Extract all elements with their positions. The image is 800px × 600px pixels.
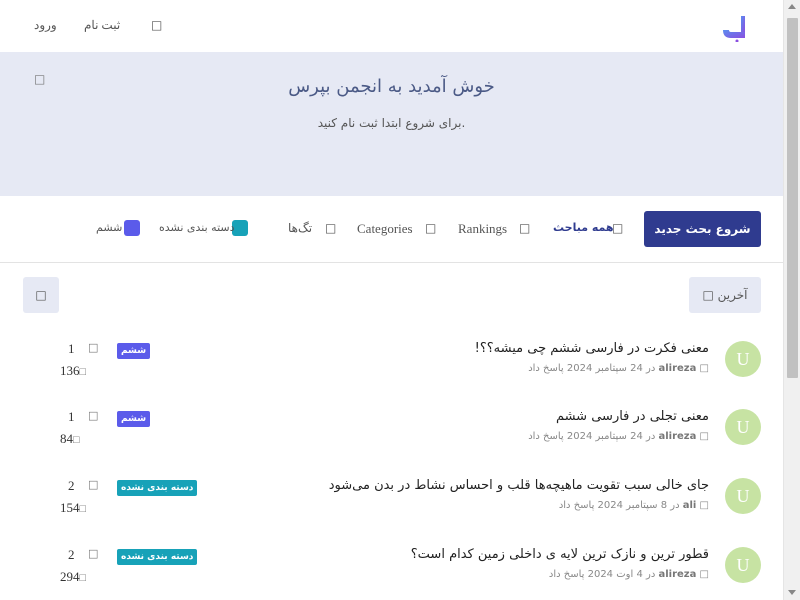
search-icon[interactable]: □ xyxy=(151,18,162,32)
hero-banner: □ خوش آمدید به انجمن بپرس برای شروع ابتد… xyxy=(0,52,783,196)
reply-icon: □ xyxy=(699,569,709,580)
page: ورود ثبت نام □ □ خوش آمدید به انجمن بپرس… xyxy=(0,0,783,600)
discussion-user[interactable]: alireza xyxy=(658,569,696,580)
views-icon: □ xyxy=(79,572,87,584)
views-number: 84 xyxy=(60,431,73,446)
nav-tags[interactable]: تگ‌ها xyxy=(288,221,312,235)
avatar[interactable]: U xyxy=(725,478,761,514)
scroll-down-arrow-icon[interactable] xyxy=(788,590,796,595)
sort-dropdown[interactable]: □ آخرین xyxy=(689,277,761,313)
replies-icon: □ xyxy=(88,547,99,560)
avatar[interactable]: U xyxy=(725,409,761,445)
replies-count: 2 xyxy=(68,478,75,493)
discussion-item[interactable]: U معنی تجلی در فارسی ششم □ alireza در 24… xyxy=(0,409,783,469)
discussion-meta-text: در 4 اوت 2024 پاسخ داد xyxy=(548,569,656,580)
tags-icon: □ xyxy=(325,221,337,235)
replies-icon: □ xyxy=(88,478,99,491)
discussion-title[interactable]: معنی فکرت در فارسی ششم چی میشه؟؟! xyxy=(475,341,709,356)
hero-title: خوش آمدید به انجمن بپرس xyxy=(288,76,495,97)
avatar[interactable]: U xyxy=(725,341,761,377)
tag-badge[interactable]: ششم xyxy=(117,343,151,359)
discussion-meta: □ ali در 8 سپتامبر 2024 پاسخ داد xyxy=(559,500,709,511)
views-count: 136□ xyxy=(60,363,86,379)
reply-icon: □ xyxy=(699,431,709,442)
tag-uncategorized-link[interactable]: دسته بندی نشده xyxy=(159,221,235,234)
tag-badge[interactable]: ششم xyxy=(117,411,151,427)
tag-sixth-icon[interactable] xyxy=(124,220,140,236)
nav-categories[interactable]: Categories xyxy=(357,221,413,237)
views-icon: □ xyxy=(79,366,87,378)
tag-badge[interactable]: دسته بندی نشده xyxy=(117,549,198,565)
discussion-item[interactable]: U قطور ترین و نازک ترین لایه ی داخلی زمی… xyxy=(0,547,783,600)
refresh-button[interactable]: □ xyxy=(23,277,59,313)
chevron-down-icon: □ xyxy=(702,288,714,302)
tag-sixth-link[interactable]: ششم xyxy=(96,221,122,234)
discussion-user[interactable]: ali xyxy=(683,500,697,511)
avatar[interactable]: U xyxy=(725,547,761,583)
replies-icon: □ xyxy=(88,409,99,422)
views-count: 84□ xyxy=(60,431,80,447)
replies-count: 1 xyxy=(68,409,75,424)
replies-icon: □ xyxy=(88,341,99,354)
discussion-meta: □ alireza در 24 سپتامبر 2024 پاسخ داد xyxy=(528,363,709,374)
refresh-icon: □ xyxy=(35,288,47,302)
signup-link[interactable]: ثبت نام xyxy=(84,18,120,33)
tag-badge[interactable]: دسته بندی نشده xyxy=(117,480,198,496)
scroll-up-arrow-icon[interactable] xyxy=(788,4,796,9)
discussions-icon: □ xyxy=(612,221,624,235)
header: ورود ثبت نام □ xyxy=(0,0,783,52)
discussion-meta-text: در 24 سپتامبر 2024 پاسخ داد xyxy=(528,431,656,442)
discussion-title[interactable]: جای خالی سبب تقویت ماهیچه‌ها قلب و احساس… xyxy=(329,478,709,493)
discussion-user[interactable]: alireza xyxy=(658,363,696,374)
reply-icon: □ xyxy=(699,363,709,374)
vertical-scrollbar[interactable] xyxy=(783,0,800,600)
discussion-title[interactable]: قطور ترین و نازک ترین لایه ی داخلی زمین … xyxy=(411,547,709,562)
views-icon: □ xyxy=(79,503,87,515)
views-number: 136 xyxy=(60,363,80,378)
views-number: 154 xyxy=(60,500,80,515)
scrollbar-thumb[interactable] xyxy=(787,18,798,378)
sort-label: آخرین xyxy=(717,288,748,302)
replies-count: 1 xyxy=(68,341,75,356)
views-count: 154□ xyxy=(60,500,86,516)
discussion-user[interactable]: alireza xyxy=(658,431,696,442)
rankings-icon: □ xyxy=(519,221,531,235)
views-count: 294□ xyxy=(60,569,86,585)
nav-all-discussions[interactable]: همه مباحث xyxy=(553,221,614,234)
views-number: 294 xyxy=(60,569,80,584)
discussion-meta: □ alireza در 4 اوت 2024 پاسخ داد xyxy=(549,569,709,580)
discussion-meta-text: در 8 سپتامبر 2024 پاسخ داد xyxy=(558,500,680,511)
login-link[interactable]: ورود xyxy=(34,18,57,33)
logo-icon[interactable] xyxy=(721,12,749,42)
start-discussion-button[interactable]: شروع بحث جدید xyxy=(644,211,761,247)
replies-count: 2 xyxy=(68,547,75,562)
discussion-title[interactable]: معنی تجلی در فارسی ششم xyxy=(556,409,709,424)
nav-rankings[interactable]: Rankings xyxy=(458,221,507,237)
hero-subtitle: برای شروع ابتدا ثبت نام کنید. xyxy=(317,116,466,130)
discussion-item[interactable]: U معنی فکرت در فارسی ششم چی میشه؟؟! □ al… xyxy=(0,341,783,401)
views-icon: □ xyxy=(73,434,80,446)
reply-icon: □ xyxy=(699,500,709,511)
discussion-item[interactable]: U جای خالی سبب تقویت ماهیچه‌ها قلب و احس… xyxy=(0,478,783,538)
discussion-meta-text: در 24 سپتامبر 2024 پاسخ داد xyxy=(528,363,656,374)
discussion-meta: □ alireza در 24 سپتامبر 2024 پاسخ داد xyxy=(528,431,709,442)
categories-icon: □ xyxy=(425,221,437,235)
